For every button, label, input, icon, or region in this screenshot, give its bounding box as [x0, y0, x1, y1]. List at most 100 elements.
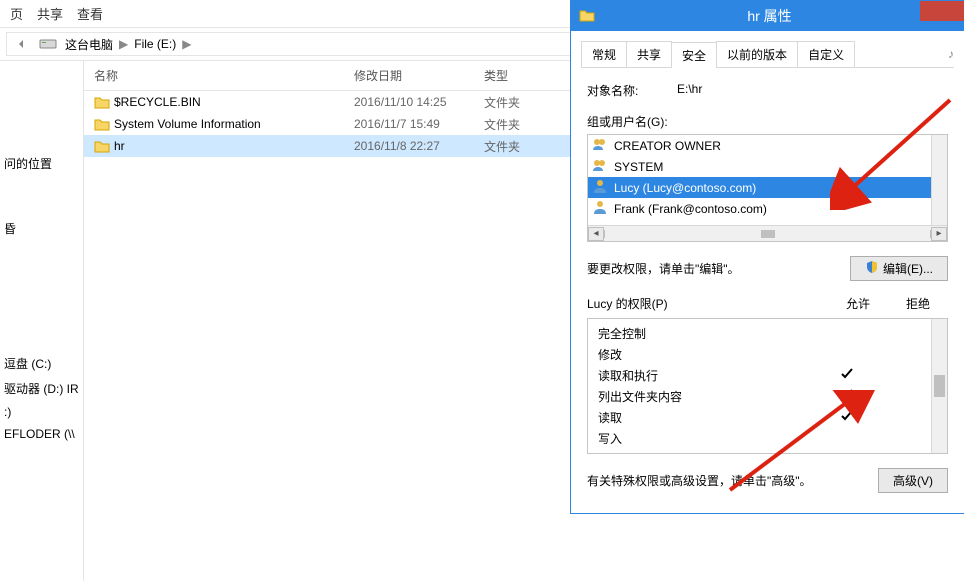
tab-previous[interactable]: 以前的版本 — [716, 41, 798, 67]
nav-item[interactable]: :) — [0, 401, 83, 423]
user-row[interactable]: SYSTEM — [588, 156, 947, 177]
user-row[interactable]: Frank (Frank@contoso.com) — [588, 198, 947, 219]
deny-header: 拒绝 — [888, 295, 948, 312]
scroll-right-icon[interactable]: ▸ — [931, 227, 947, 241]
permission-row: 写入 — [588, 428, 947, 449]
nav-item[interactable]: EFLODER (\\ — [0, 423, 83, 445]
group-icon — [592, 158, 608, 175]
dialog-titlebar[interactable]: hr 属性 — [571, 1, 964, 31]
permission-name: 列出文件夹内容 — [598, 388, 817, 405]
file-list: 名称 修改日期 类型 $RECYCLE.BIN2016/11/10 14:25文… — [84, 61, 580, 581]
scrollbar-horizontal[interactable]: ◂ ▸ — [588, 225, 947, 241]
properties-dialog: hr 属性 常规 共享 安全 以前的版本 自定义 ♪ 对象名称: E:\hr 组… — [570, 0, 964, 514]
file-date: 2016/11/10 14:25 — [344, 93, 474, 111]
group-icon — [592, 137, 608, 154]
nav-item[interactable]: 驱动器 (D:) IR — [0, 376, 83, 401]
chevron-right-icon: ▶ — [119, 37, 128, 51]
edit-button-label: 编辑(E)... — [883, 260, 933, 277]
permission-row: 读取 — [588, 407, 947, 428]
tab-custom[interactable]: 自定义 — [797, 41, 855, 67]
shield-icon — [865, 260, 879, 277]
disk-icon — [39, 37, 57, 51]
ribbon-tab-share[interactable]: 共享 — [37, 4, 63, 23]
ribbon-tab-home[interactable]: 页 — [10, 4, 23, 23]
user-icon — [592, 179, 608, 196]
permission-name: 完全控制 — [598, 325, 817, 342]
tab-strip: 常规 共享 安全 以前的版本 自定义 ♪ — [581, 39, 954, 68]
allow-header: 允许 — [828, 295, 888, 312]
music-note-icon: ♪ — [948, 47, 954, 61]
folder-icon — [94, 139, 110, 153]
file-type: 文件夹 — [474, 114, 544, 135]
users-listbox[interactable]: CREATOR OWNER SYSTEM Lucy (Lucy@contoso.co… — [587, 134, 948, 242]
allow-check — [817, 388, 877, 405]
permission-row: 完全控制 — [588, 323, 947, 344]
folder-icon — [94, 95, 110, 109]
advanced-hint: 有关特殊权限或高级设置，请单击"高级"。 — [587, 472, 868, 489]
user-icon — [592, 200, 608, 217]
file-name: $RECYCLE.BIN — [114, 95, 201, 109]
breadcrumb-drive[interactable]: File (E:) — [134, 37, 176, 51]
edit-hint: 要更改权限，请单击"编辑"。 — [587, 260, 840, 277]
col-date[interactable]: 修改日期 — [344, 61, 474, 90]
advanced-button[interactable]: 高级(V) — [878, 468, 948, 493]
file-type: 文件夹 — [474, 92, 544, 113]
permission-row: 修改 — [588, 344, 947, 365]
permission-row: 读取和执行 — [588, 365, 947, 386]
ribbon-tabs: 页 共享 查看 — [0, 0, 580, 28]
permission-name: 修改 — [598, 346, 817, 363]
object-name-label: 对象名称: — [587, 82, 677, 99]
user-name: CREATOR OWNER — [614, 139, 721, 153]
file-row[interactable]: $RECYCLE.BIN 2016/11/10 14:25文件夹 — [84, 91, 580, 113]
folder-icon — [579, 8, 595, 25]
user-name: SYSTEM — [614, 160, 663, 174]
permissions-listbox: 完全控制修改读取和执行列出文件夹内容读取写入 — [587, 318, 948, 454]
file-name: hr — [114, 139, 125, 153]
column-headers: 名称 修改日期 类型 — [84, 61, 580, 91]
permission-name: 读取和执行 — [598, 367, 817, 384]
permission-name: 写入 — [598, 430, 817, 447]
file-name: System Volume Information — [114, 117, 261, 131]
nav-item[interactable]: 逗盘 (C:) — [0, 351, 83, 376]
nav-item — [0, 241, 83, 351]
user-row[interactable]: CREATOR OWNER — [588, 135, 947, 156]
chevron-right-icon: ▶ — [182, 37, 191, 51]
file-date: 2016/11/8 22:27 — [344, 137, 474, 155]
object-name-value: E:\hr — [677, 82, 702, 99]
nav-item[interactable]: 问的位置 — [0, 151, 83, 176]
permissions-label: Lucy 的权限(P) — [587, 295, 828, 312]
security-tab-content: 对象名称: E:\hr 组或用户名(G): CREATOR OWNER SYSTE… — [581, 68, 954, 503]
allow-check — [817, 409, 877, 426]
scrollbar-vertical[interactable] — [931, 319, 947, 453]
nav-pane: 问的位置 昏 逗盘 (C:) 驱动器 (D:) IR :) EFLODER (\… — [0, 61, 84, 581]
scrollbar-vertical[interactable] — [931, 135, 947, 225]
scroll-left-icon[interactable]: ◂ — [588, 227, 604, 241]
users-label: 组或用户名(G): — [587, 113, 948, 130]
user-name: Frank (Frank@contoso.com) — [614, 202, 767, 216]
file-date: 2016/11/7 15:49 — [344, 115, 474, 133]
nav-item[interactable]: 昏 — [0, 216, 83, 241]
user-row[interactable]: Lucy (Lucy@contoso.com) — [588, 177, 947, 198]
tab-share[interactable]: 共享 — [626, 41, 672, 67]
breadcrumb-pc[interactable]: 这台电脑 — [65, 36, 113, 53]
ribbon-tab-view[interactable]: 查看 — [77, 4, 103, 23]
folder-icon — [94, 117, 110, 131]
user-name: Lucy (Lucy@contoso.com) — [614, 181, 756, 195]
permission-name: 读取 — [598, 409, 817, 426]
file-row[interactable]: hr 2016/11/8 22:27文件夹 — [84, 135, 580, 157]
col-name[interactable]: 名称 — [84, 61, 344, 90]
address-bar: 这台电脑 ▶ File (E:) ▶ — [0, 28, 580, 61]
nav-item — [0, 176, 83, 216]
back-arrow-icon[interactable] — [7, 33, 35, 55]
tab-general[interactable]: 常规 — [581, 41, 627, 67]
col-type[interactable]: 类型 — [474, 61, 544, 90]
close-button[interactable] — [920, 1, 964, 21]
dialog-title: hr 属性 — [603, 6, 936, 26]
explorer-window: 页 共享 查看 这台电脑 ▶ File (E:) ▶ 问的位置 昏 逗盘 (C:… — [0, 0, 580, 580]
edit-button[interactable]: 编辑(E)... — [850, 256, 948, 281]
breadcrumb[interactable]: 这台电脑 ▶ File (E:) ▶ — [61, 36, 197, 53]
file-type: 文件夹 — [474, 136, 544, 157]
file-row[interactable]: System Volume Information 2016/11/7 15:49… — [84, 113, 580, 135]
tab-security[interactable]: 安全 — [671, 42, 717, 68]
allow-check — [817, 367, 877, 384]
